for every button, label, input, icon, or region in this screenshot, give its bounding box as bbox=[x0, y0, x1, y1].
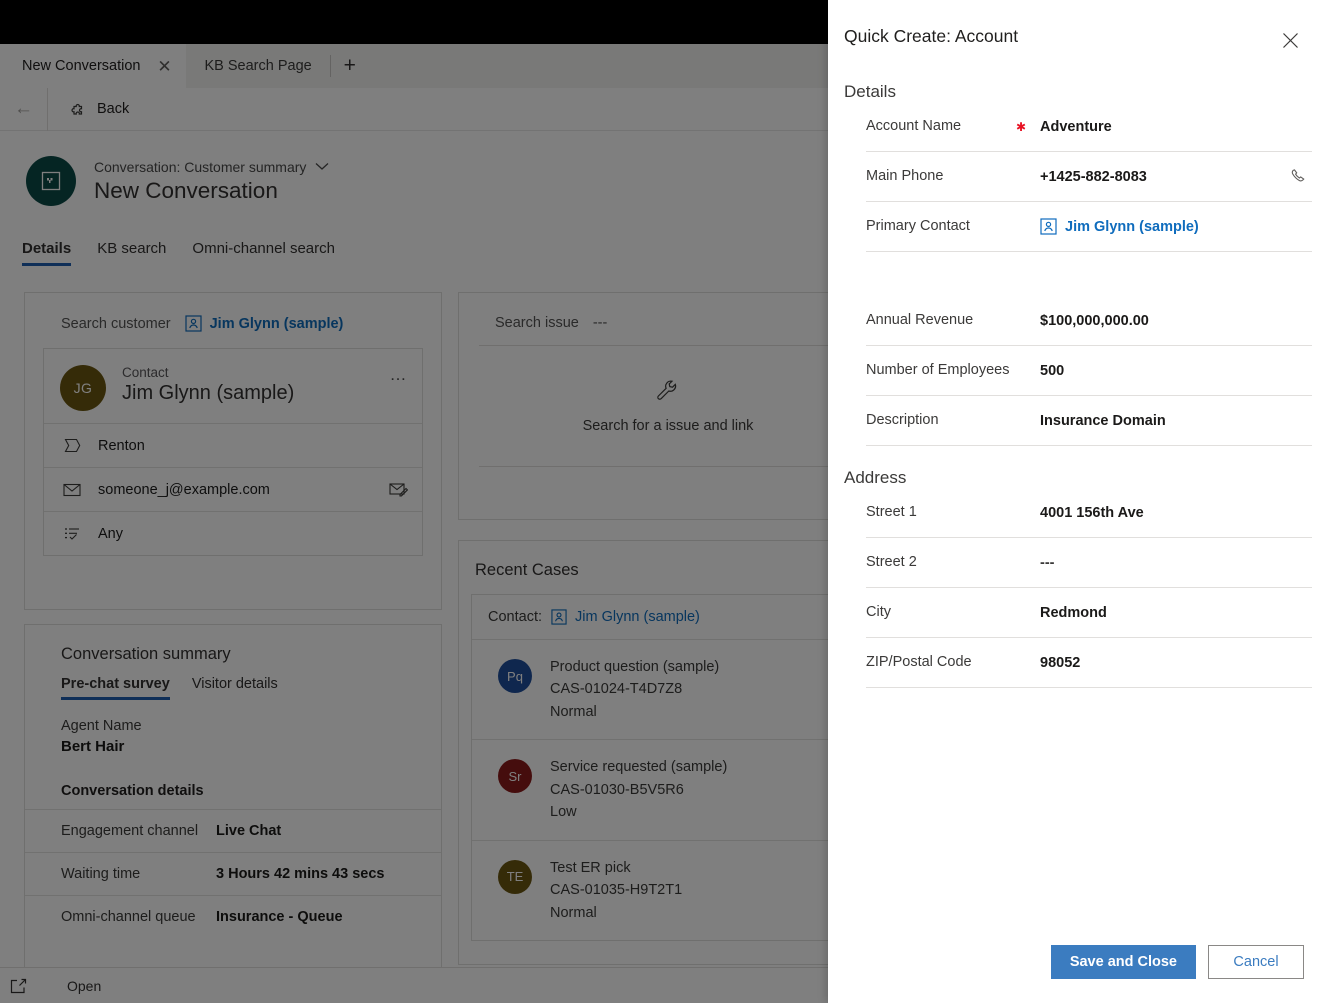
field-empty-spacer bbox=[866, 252, 1312, 296]
field-main-phone[interactable]: Main Phone +1425-882-8083 bbox=[866, 152, 1312, 202]
field-city[interactable]: City Redmond bbox=[866, 588, 1312, 638]
phone-icon[interactable] bbox=[1286, 168, 1312, 186]
field-label: City bbox=[866, 603, 1016, 622]
field-label: Main Phone bbox=[866, 167, 1016, 186]
field-annual-revenue[interactable]: Annual Revenue $100,000,000.00 bbox=[866, 296, 1312, 346]
field-street-2[interactable]: Street 2 --- bbox=[866, 538, 1312, 588]
app-root: New Conversation ✕ KB Search Page + ← Ba… bbox=[0, 0, 1328, 1003]
panel-title: Quick Create: Account bbox=[844, 26, 1018, 47]
section-heading-address: Address bbox=[828, 446, 1328, 488]
field-label: Description bbox=[866, 411, 1016, 430]
field-label: ZIP/Postal Code bbox=[866, 653, 1016, 672]
field-label: Street 1 bbox=[866, 503, 1016, 522]
field-label: Street 2 bbox=[866, 553, 1016, 572]
field-value: --- bbox=[1040, 555, 1312, 571]
field-primary-contact[interactable]: Primary Contact Jim Glynn (sample) bbox=[866, 202, 1312, 252]
quick-create-panel: Quick Create: Account Details Account Na… bbox=[828, 0, 1328, 1003]
cancel-button[interactable]: Cancel bbox=[1208, 945, 1304, 979]
field-value: 500 bbox=[1040, 363, 1312, 379]
field-number-of-employees[interactable]: Number of Employees 500 bbox=[866, 346, 1312, 396]
field-value: Redmond bbox=[1040, 605, 1312, 621]
required-indicator-icon: ✱ bbox=[1016, 120, 1040, 134]
field-value-lookup[interactable]: Jim Glynn (sample) bbox=[1040, 218, 1312, 235]
field-value: 4001 156th Ave bbox=[1040, 505, 1312, 521]
save-and-close-button[interactable]: Save and Close bbox=[1051, 945, 1196, 979]
field-value: +1425-882-8083 bbox=[1040, 169, 1286, 185]
field-value: $100,000,000.00 bbox=[1040, 313, 1312, 329]
section-heading-details: Details bbox=[828, 54, 1328, 102]
field-label: Primary Contact bbox=[866, 217, 1016, 236]
field-value: Adventure bbox=[1040, 119, 1312, 135]
field-label: Number of Employees bbox=[866, 361, 1016, 380]
field-account-name[interactable]: Account Name ✱ Adventure bbox=[866, 102, 1312, 152]
field-label: Account Name bbox=[866, 117, 1016, 136]
close-icon[interactable] bbox=[1276, 26, 1304, 54]
field-label: Annual Revenue bbox=[866, 311, 1016, 330]
field-value: Insurance Domain bbox=[1040, 413, 1312, 429]
modal-scrim[interactable] bbox=[0, 0, 828, 1003]
field-description[interactable]: Description Insurance Domain bbox=[866, 396, 1312, 446]
field-link-label: Jim Glynn (sample) bbox=[1065, 219, 1199, 235]
field-zip-postal-code[interactable]: ZIP/Postal Code 98052 bbox=[866, 638, 1312, 688]
contact-lookup-icon bbox=[1040, 218, 1057, 235]
field-value: 98052 bbox=[1040, 655, 1312, 671]
panel-footer: Save and Close Cancel bbox=[828, 921, 1328, 1003]
panel-header: Quick Create: Account bbox=[828, 0, 1328, 54]
field-street-1[interactable]: Street 1 4001 156th Ave bbox=[866, 488, 1312, 538]
